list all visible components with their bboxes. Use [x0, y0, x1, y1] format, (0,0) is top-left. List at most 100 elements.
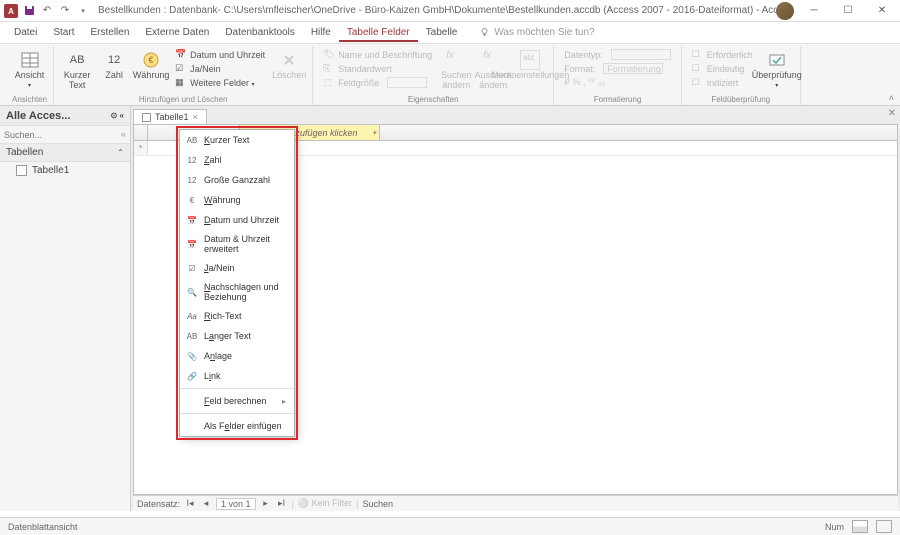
feldgroesse-button: ⬚Feldgröße: [319, 76, 436, 89]
status-numlock: Num: [825, 522, 844, 532]
menu-grosse-ganzzahl[interactable]: 12Große Ganzzahl: [180, 170, 294, 190]
collapse-icon: ⌃: [117, 148, 124, 157]
indiziert-check: ☐Indiziert: [688, 76, 757, 89]
view-design-icon[interactable]: [876, 520, 892, 533]
tell-me-placeholder: Was möchten Sie tun?: [494, 27, 594, 38]
group-eigenschaften: Eigenschaften: [408, 94, 459, 105]
format-buttons: ₽ % , ⁰⁰ ₀₀: [560, 76, 675, 89]
nav-dropdown-icon[interactable]: ⊙ «: [111, 111, 124, 120]
zahl-button[interactable]: 12 Zahl: [97, 48, 131, 83]
delete-icon: [279, 50, 299, 70]
attachment-icon: 📎: [186, 350, 198, 362]
ribbon: Ansicht ▾ Ansichten AB Kurzer Text 12 Za…: [0, 44, 900, 106]
waehrung-button[interactable]: € Währung: [134, 48, 168, 83]
suchen-aendern-button: fx Suchen ändern: [439, 48, 473, 93]
text-icon: AB: [186, 134, 198, 146]
tab-tabelle[interactable]: Tabelle: [418, 23, 466, 42]
nav-item-tabelle1[interactable]: Tabelle1: [0, 162, 130, 179]
menu-waehrung[interactable]: €Währung: [180, 190, 294, 210]
currency-icon: €: [141, 50, 161, 70]
tab-datenbanktools[interactable]: Datenbanktools: [217, 23, 303, 42]
menu-kurzer-text[interactable]: ABKurzer Text: [180, 130, 294, 150]
calendar-icon: 📅: [186, 214, 198, 226]
record-navigator: Datensatz: I◂ ◂ 1 von 1 ▸ ▸I | ⚪ Kein Fi…: [133, 495, 898, 511]
doc-tab-tabelle1[interactable]: Tabelle1 ×: [133, 109, 207, 124]
weitere-felder-button[interactable]: ▦Weitere Felder ▾: [171, 76, 269, 89]
svg-text:A: A: [8, 7, 14, 16]
status-bar: Datenblattansicht Num: [0, 517, 900, 535]
doc-close-icon[interactable]: ✕: [888, 108, 896, 119]
user-avatar[interactable]: [776, 2, 794, 20]
minimize-button[interactable]: ─: [800, 2, 828, 20]
longtext-icon: AB: [186, 330, 198, 342]
ueberpruefung-button[interactable]: Überprüfung ▾: [760, 48, 794, 91]
menu-zahl[interactable]: 12Zahl: [180, 150, 294, 170]
menu-als-felder-einfuegen[interactable]: Als Felder einfügen: [180, 416, 294, 436]
recnav-filter[interactable]: ⚪ Kein Filter: [298, 498, 352, 509]
tab-tabelle-felder[interactable]: Tabelle Felder: [339, 23, 418, 42]
checkbox-icon: ☑: [175, 63, 186, 74]
recnav-first-icon[interactable]: I◂: [184, 498, 196, 509]
ansicht-button[interactable]: Ansicht ▾: [13, 48, 47, 91]
more-icon: ▦: [175, 77, 186, 88]
redo-icon[interactable]: ↷: [58, 4, 72, 18]
format-label: Format:Formatierung: [560, 62, 675, 75]
number-icon: 12: [186, 154, 198, 166]
menu-janein[interactable]: ☑Ja/Nein: [180, 258, 294, 278]
search-icon: [121, 130, 126, 140]
menu-langer-text[interactable]: ABLanger Text: [180, 326, 294, 346]
nav-search-input[interactable]: [4, 130, 121, 140]
table-icon: [16, 165, 27, 176]
recnav-search[interactable]: Suchen: [362, 499, 393, 509]
link-icon: 🔗: [186, 370, 198, 382]
menu-nachschlagen[interactable]: 🔍Nachschlagen und Beziehung: [180, 278, 294, 306]
status-view: Datenblattansicht: [8, 522, 78, 532]
loeschen-button: Löschen: [272, 48, 306, 83]
save-icon[interactable]: [22, 4, 36, 18]
window-title: Bestellkunden : Datenbank- C:\Users\mfle…: [98, 5, 776, 16]
kurzer-text-button[interactable]: AB Kurzer Text: [60, 48, 94, 93]
menu-datum[interactable]: 📅Datum und Uhrzeit: [180, 210, 294, 230]
menu-richtext[interactable]: AaRich-Text: [180, 306, 294, 326]
close-button[interactable]: ✕: [868, 2, 896, 20]
collapse-ribbon-icon[interactable]: ˄: [889, 93, 894, 103]
menu-link[interactable]: 🔗Link: [180, 366, 294, 386]
recnav-next-icon[interactable]: ▸: [260, 498, 272, 509]
nav-group-tabellen[interactable]: Tabellen ⌃: [0, 144, 130, 162]
dropdown-icon[interactable]: ▾: [372, 129, 376, 137]
recnav-position[interactable]: 1 von 1: [216, 498, 256, 510]
undo-icon[interactable]: ↶: [40, 4, 54, 18]
menu-feld-berechnen[interactable]: Feld berechnen▸: [180, 391, 294, 411]
menu-datum-erweitert[interactable]: 📅Datum & Uhrzeit erweitert: [180, 230, 294, 258]
nav-search[interactable]: [0, 126, 130, 144]
lookup-icon: 🔍: [186, 286, 198, 298]
recnav-prev-icon[interactable]: ◂: [200, 498, 212, 509]
qat-dropdown-icon[interactable]: ▾: [76, 4, 90, 18]
default-icon: ⎘: [323, 63, 334, 74]
janein-button[interactable]: ☑Ja/Nein: [171, 62, 269, 75]
tell-me-search[interactable]: Was möchten Sie tun?: [479, 27, 594, 38]
svg-text:€: €: [149, 55, 154, 65]
tab-datei[interactable]: Datei: [6, 23, 45, 42]
nav-header[interactable]: Alle Acces... ⊙ «: [0, 106, 130, 126]
bignumber-icon: 12: [186, 174, 198, 186]
ribbon-tabs: Datei Start Erstellen Externe Daten Date…: [0, 22, 900, 44]
tab-erstellen[interactable]: Erstellen: [82, 23, 137, 42]
view-datasheet-icon[interactable]: [852, 520, 868, 533]
recnav-last-icon[interactable]: ▸I: [276, 498, 288, 509]
tab-hilfe[interactable]: Hilfe: [303, 23, 339, 42]
app-icon: A: [4, 4, 18, 18]
recnav-label: Datensatz:: [137, 499, 180, 509]
datum-button[interactable]: 📅Datum und Uhrzeit: [171, 48, 269, 61]
field-type-menu: ABKurzer Text 12Zahl 12Große Ganzzahl €W…: [179, 129, 295, 437]
lightbulb-icon: [479, 27, 490, 38]
group-feldueberpruefung: Feldüberprüfung: [711, 94, 770, 105]
menu-anlage[interactable]: 📎Anlage: [180, 346, 294, 366]
tab-start[interactable]: Start: [45, 23, 82, 42]
row-selector[interactable]: *: [134, 141, 148, 155]
tab-externe-daten[interactable]: Externe Daten: [137, 23, 217, 42]
row-selector-header[interactable]: [134, 125, 148, 140]
checkbox-icon: ☑: [186, 262, 198, 274]
name-button: 🏷Name und Beschriftung: [319, 48, 436, 61]
maximize-button[interactable]: ☐: [834, 2, 862, 20]
